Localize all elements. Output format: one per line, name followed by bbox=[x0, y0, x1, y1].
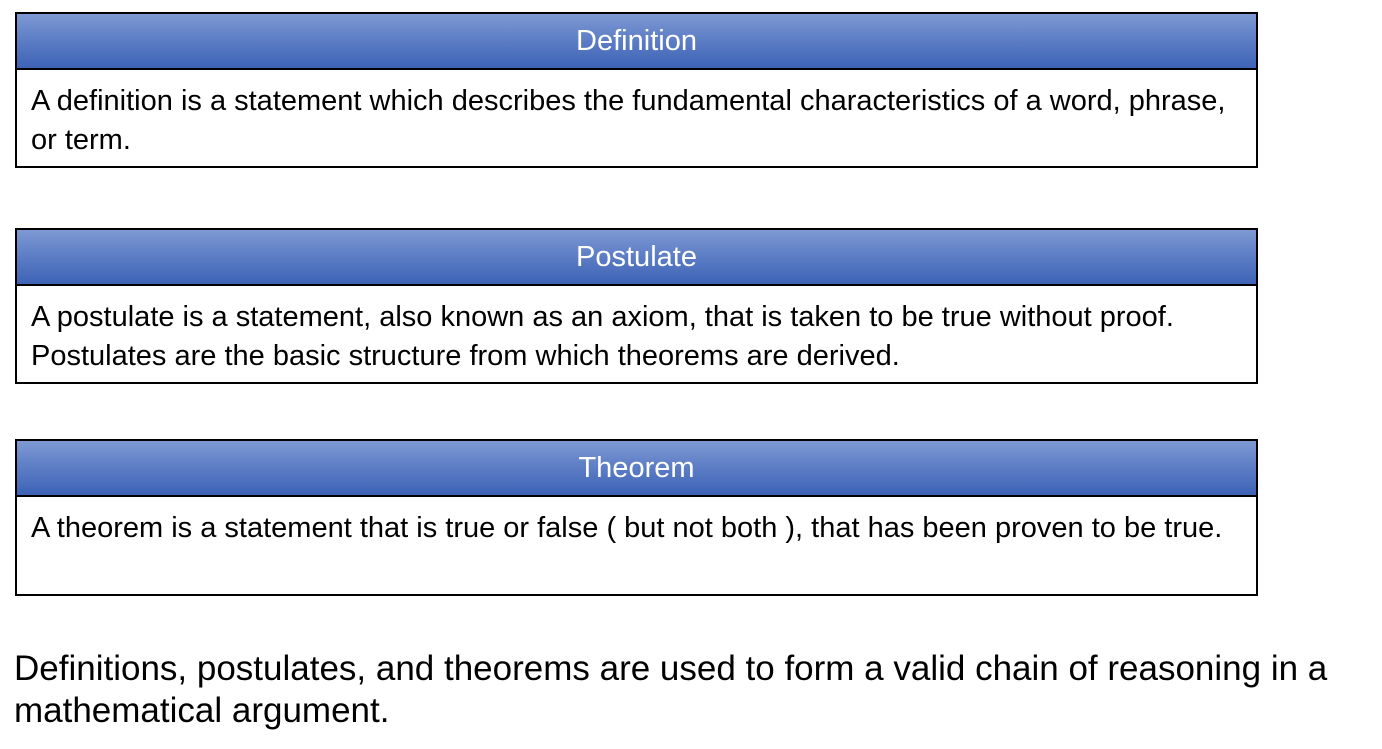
postulate-card-title: Postulate bbox=[17, 230, 1256, 286]
theorem-card-title: Theorem bbox=[17, 441, 1256, 497]
summary-text: Definitions, postulates, and theorems ar… bbox=[14, 649, 1328, 730]
definition-card: Definition A definition is a statement w… bbox=[15, 12, 1258, 168]
theorem-card-body: A theorem is a statement that is true or… bbox=[31, 512, 1223, 544]
definition-card-title: Definition bbox=[17, 14, 1256, 70]
theorem-card: Theorem A theorem is a statement that is… bbox=[15, 439, 1258, 596]
definition-card-body: A definition is a statement which descri… bbox=[31, 85, 1226, 156]
postulate-card: Postulate A postulate is a statement, al… bbox=[15, 228, 1258, 384]
postulate-card-body: A postulate is a statement, also known a… bbox=[31, 301, 1174, 372]
